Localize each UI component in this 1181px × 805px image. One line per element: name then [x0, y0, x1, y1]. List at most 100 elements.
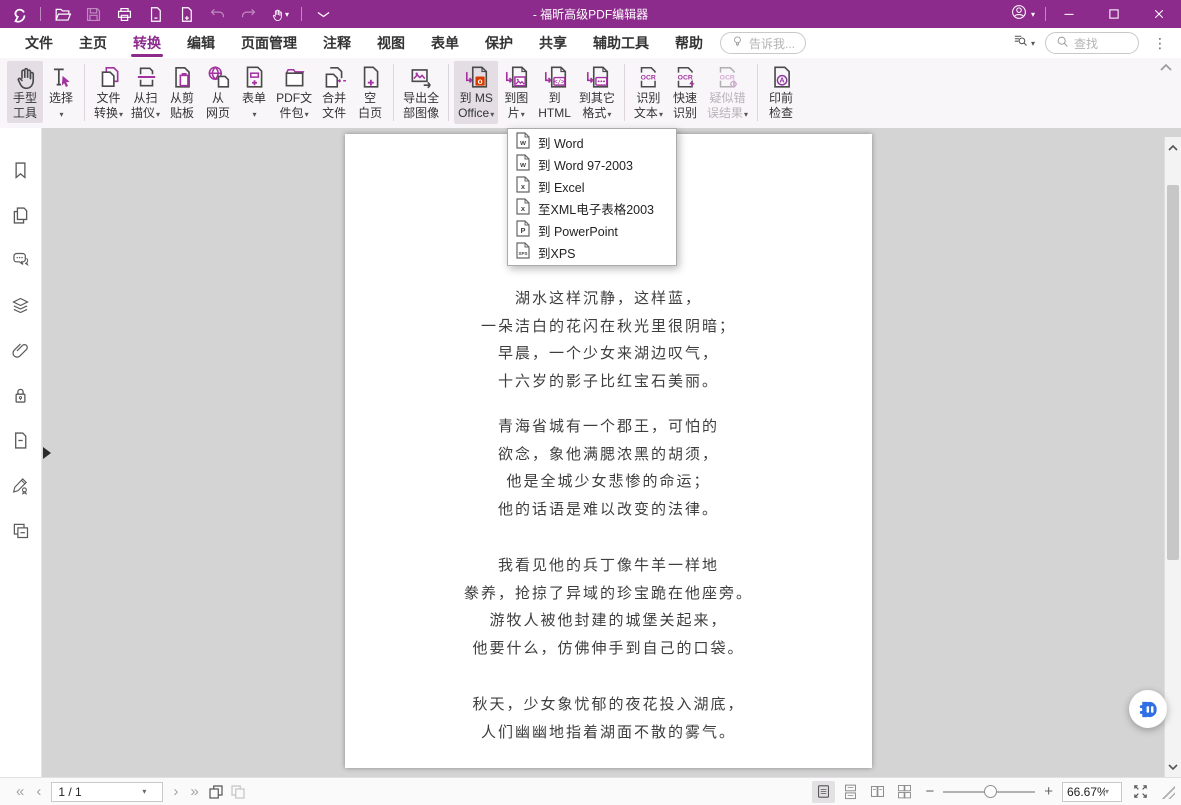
chevron-down-icon: ▾	[1031, 10, 1035, 19]
maximize-button[interactable]	[1091, 0, 1136, 28]
open-file-icon[interactable]	[53, 5, 72, 24]
menu-tab-注释[interactable]: 注释	[310, 28, 364, 58]
menu-tab-编辑[interactable]: 编辑	[174, 28, 228, 58]
collapse-ribbon-button[interactable]	[1155, 60, 1177, 78]
sidebar-panel-field-icon[interactable]	[10, 520, 31, 541]
first-page-button[interactable]: «	[10, 779, 30, 805]
sidebar-panel-digital-signature-icon[interactable]	[10, 475, 31, 496]
sidebar-expand-handle[interactable]	[43, 447, 51, 459]
ribbon-button-select-tool[interactable]: 选择▾	[43, 61, 79, 124]
insert-pages-icon[interactable]	[177, 5, 196, 24]
ribbon-button-form[interactable]: 表单▾	[236, 61, 272, 124]
lightbulb-icon	[731, 34, 744, 52]
menu-tab-共享[interactable]: 共享	[526, 28, 580, 58]
advanced-search-button[interactable]: ▾	[1012, 32, 1035, 54]
menu-tab-主页[interactable]: 主页	[66, 28, 120, 58]
fullscreen-icon[interactable]	[1129, 781, 1151, 803]
next-page-button[interactable]: ›	[167, 779, 184, 805]
layout-facing-continuous-icon[interactable]	[893, 781, 916, 803]
ribbon-button-blank-page[interactable]: 空白页	[352, 61, 388, 123]
save-icon[interactable]	[84, 5, 103, 24]
ribbon-button-pdf-portfolio[interactable]: PDF文件包▾	[272, 61, 316, 124]
redo-icon[interactable]	[239, 5, 258, 24]
zoom-in-button[interactable]: +	[1042, 783, 1055, 800]
minimize-button[interactable]	[1046, 0, 1091, 28]
sidebar-panel-attachments-icon[interactable]	[10, 340, 31, 361]
menu-tab-辅助工具[interactable]: 辅助工具	[580, 28, 662, 58]
previous-view-button[interactable]	[205, 781, 227, 803]
zoom-level-box[interactable]: ▾	[1062, 782, 1122, 802]
ribbon-button-from-web[interactable]: 从网页	[200, 61, 236, 123]
extract-pages-icon[interactable]	[146, 5, 165, 24]
menu-tab-表单[interactable]: 表单	[418, 28, 472, 58]
page-number-box[interactable]: ▾	[51, 782, 163, 802]
ribbon-button-ocr-recognize-text[interactable]: OCR识别文本▾	[630, 61, 667, 124]
ribbon-button-ocr-quick[interactable]: OCR快速识别	[667, 61, 703, 123]
menu-item-to-powerpoint[interactable]: P到 PowerPoint	[508, 219, 676, 241]
next-view-button[interactable]	[227, 781, 249, 803]
sidebar-panel-destinations-icon[interactable]	[10, 430, 31, 451]
find-box[interactable]: 查找	[1045, 32, 1139, 54]
layout-continuous-icon[interactable]	[839, 781, 862, 803]
vertical-scrollbar[interactable]	[1164, 137, 1181, 777]
chevron-down-icon[interactable]: ▾	[142, 787, 146, 796]
scrollbar-thumb[interactable]	[1167, 185, 1179, 560]
qat-customize-icon[interactable]	[314, 5, 333, 24]
tell-me-search[interactable]: 告诉我...	[720, 32, 806, 54]
undo-icon[interactable]	[208, 5, 227, 24]
layout-facing-icon[interactable]	[866, 781, 889, 803]
ribbon-button-hand-tool[interactable]: 手型工具	[7, 61, 43, 123]
slider-thumb[interactable]	[984, 785, 997, 798]
menu-item-to-excel[interactable]: x到 Excel	[508, 175, 676, 197]
print-icon[interactable]	[115, 5, 134, 24]
zoom-slider[interactable]	[943, 781, 1035, 803]
scroll-down-icon[interactable]	[1165, 759, 1181, 775]
zoom-out-button[interactable]: −	[923, 783, 936, 800]
menu-item-to-xps[interactable]: XPS到XPS	[508, 241, 676, 263]
menu-tab-转换[interactable]: 转换	[120, 28, 174, 58]
hand-gesture-icon[interactable]: ▾	[270, 5, 289, 24]
quick-access-toolbar: ▾	[0, 0, 333, 28]
ribbon-button-to-html[interactable]: </>到HTML	[534, 61, 575, 123]
resize-grip[interactable]	[1160, 784, 1175, 799]
ribbon-button-label: 印前检查	[769, 91, 793, 121]
zoom-level-input[interactable]	[1063, 785, 1105, 799]
sidebar-panel-security-icon[interactable]	[10, 385, 31, 406]
sidebar-panel-bookmark-icon[interactable]	[10, 160, 31, 181]
ribbon-button-from-clipboard[interactable]: 从剪贴板	[164, 61, 200, 123]
scroll-up-icon[interactable]	[1165, 139, 1181, 155]
ribbon-button-to-image[interactable]: 到图片▾	[498, 61, 534, 124]
ribbon-toolbar: 手型工具选择▾ 文件转换▾从扫描仪▾从剪贴板从网页表单▾PDF文件包▾合并文件空白…	[0, 58, 1181, 128]
menu-tab-文件[interactable]: 文件	[12, 28, 66, 58]
menu-tab-保护[interactable]: 保护	[472, 28, 526, 58]
sidebar-panel-page-thumbnails-icon[interactable]	[10, 205, 31, 226]
ribbon-button-to-ms-office[interactable]: o到 MSOffice▾	[454, 61, 498, 124]
ribbon-button-combine-files[interactable]: 合并文件	[316, 61, 352, 123]
poem-line: 欲念，象他满腮浓黑的胡须，	[345, 442, 872, 470]
layout-single-page-icon[interactable]	[812, 781, 835, 803]
menu-tab-页面管理[interactable]: 页面管理	[228, 28, 310, 58]
more-options-button[interactable]: ⋮	[1149, 35, 1171, 52]
ribbon-button-export-all-images[interactable]: 导出全部图像	[399, 61, 443, 123]
sidebar-panel-layers-icon[interactable]	[10, 295, 31, 316]
close-button[interactable]	[1136, 0, 1181, 28]
ribbon-button-from-scanner[interactable]: 从扫描仪▾	[127, 61, 164, 124]
ribbon-button-label: 到HTML	[538, 91, 571, 121]
chevron-down-icon[interactable]: ▾	[1105, 787, 1109, 796]
last-page-button[interactable]: »	[184, 779, 204, 805]
menu-tab-帮助[interactable]: 帮助	[662, 28, 716, 58]
svg-text:OCR: OCR	[678, 74, 693, 81]
sidebar-panel-comments-icon[interactable]	[10, 250, 31, 271]
page-number-input[interactable]	[52, 785, 140, 799]
account-button[interactable]: ▾	[1000, 0, 1045, 28]
ribbon-button-file-convert[interactable]: 文件转换▾	[90, 61, 127, 124]
menu-item-to-xml-spreadsheet-2003[interactable]: x至XML电子表格2003	[508, 197, 676, 219]
menu-item-to-word-97-2003[interactable]: w到 Word 97-2003	[508, 153, 676, 175]
menu-tab-视图[interactable]: 视图	[364, 28, 418, 58]
menu-item-to-word[interactable]: w到 Word	[508, 131, 676, 153]
ribbon-button-to-other-formats[interactable]: 到其它格式▾	[575, 61, 619, 124]
ai-assistant-button[interactable]	[1129, 690, 1167, 728]
ribbon-button-preflight[interactable]: A印前检查	[763, 61, 799, 123]
divider	[40, 7, 41, 21]
previous-page-button[interactable]: ‹	[30, 779, 47, 805]
